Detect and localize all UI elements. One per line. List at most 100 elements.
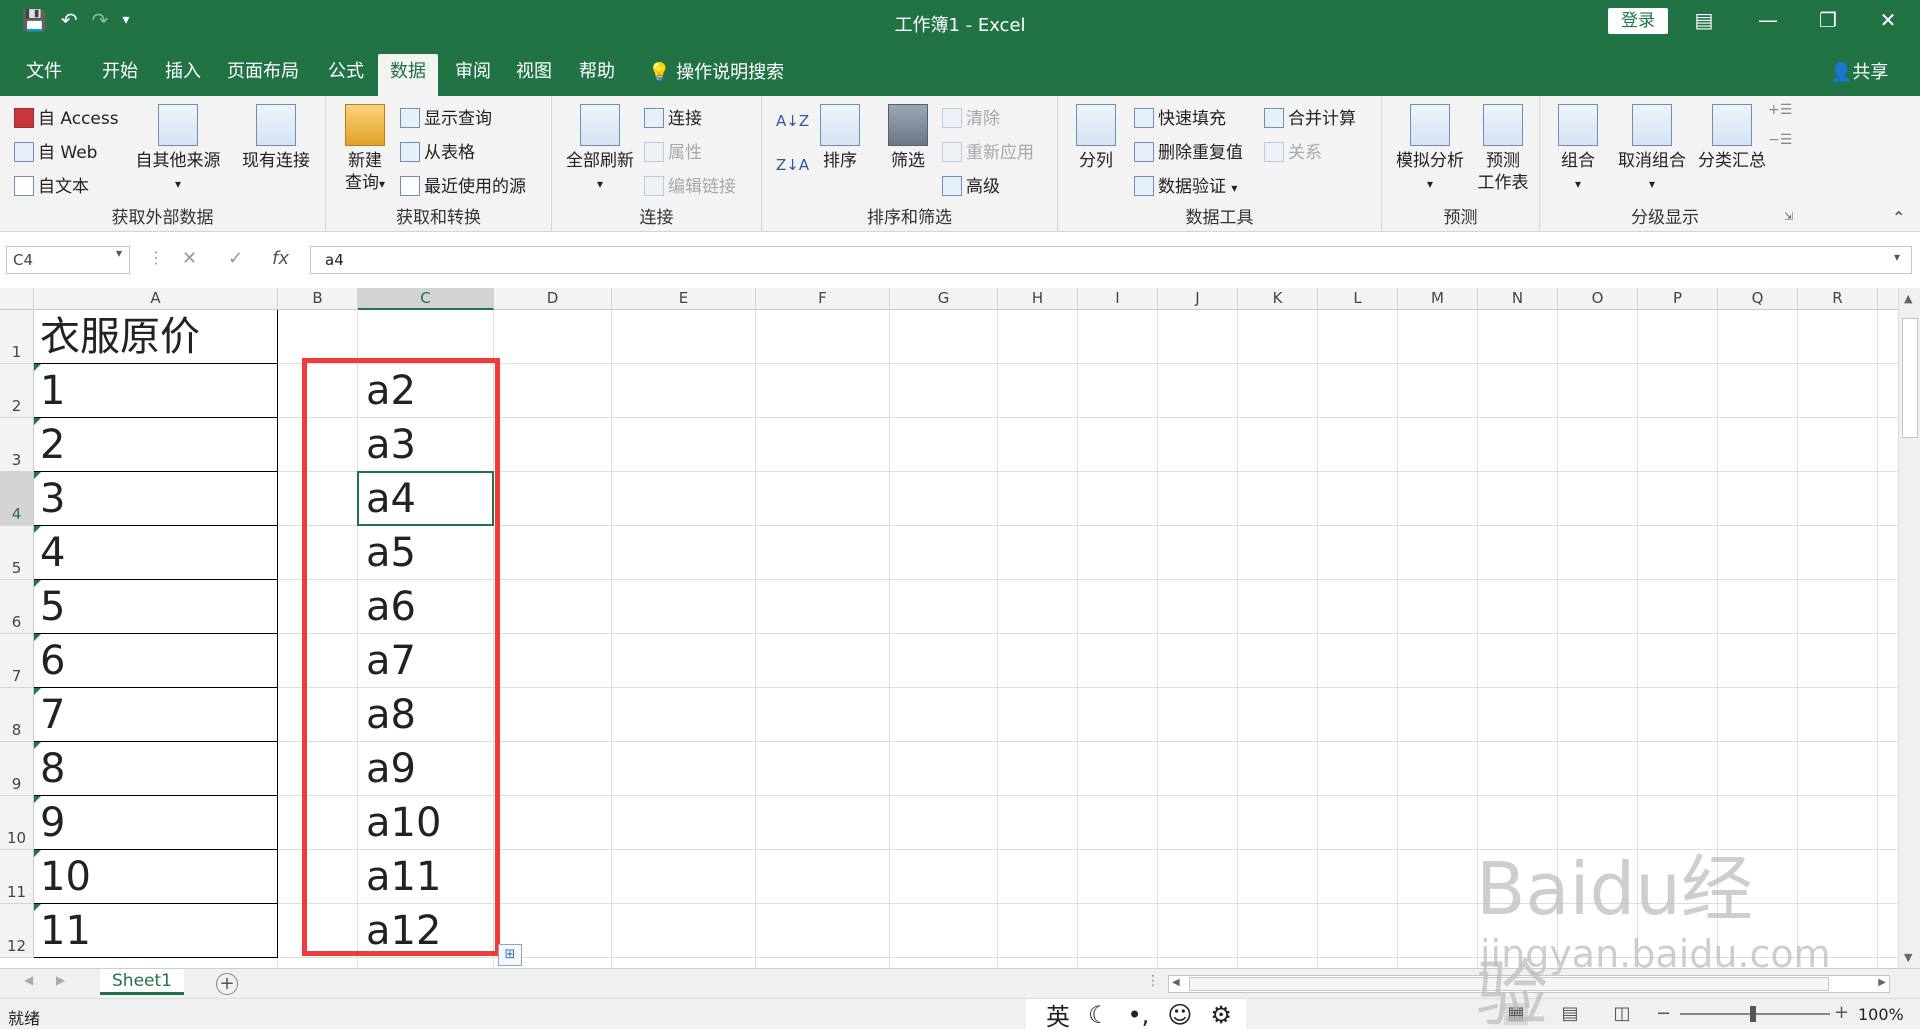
tab-help[interactable]: 帮助 (566, 54, 628, 96)
moon-icon[interactable]: ☾ (1088, 1001, 1110, 1029)
row-header-6[interactable]: 6 (0, 580, 34, 634)
what-if-analysis-button[interactable]: 模拟分析 ▾ (1392, 104, 1468, 195)
existing-connections-button[interactable]: 现有连接 (234, 104, 318, 172)
zoom-out-icon[interactable]: − (1656, 1003, 1671, 1024)
tell-me-search[interactable]: 💡 操作说明搜索 (648, 58, 784, 84)
cell-a1[interactable]: 衣服原价 (34, 310, 278, 364)
row-header-10[interactable]: 10 (0, 796, 34, 850)
name-box[interactable]: C4 (6, 246, 130, 274)
prev-sheet-icon[interactable]: ◀ (24, 973, 33, 987)
column-header-p[interactable]: P (1638, 288, 1718, 310)
cancel-icon[interactable]: ✕ (182, 248, 197, 269)
formula-input[interactable]: a4 (310, 246, 1912, 274)
row-header-8[interactable]: 8 (0, 688, 34, 742)
subtotal-button[interactable]: 分类汇总 (1692, 104, 1772, 172)
scroll-down-icon[interactable]: ▼ (1904, 951, 1912, 964)
column-header-b[interactable]: B (278, 288, 358, 310)
column-header-s[interactable]: S (1878, 288, 1898, 310)
tab-page-layout[interactable]: 页面布局 (218, 54, 308, 96)
name-box-dropdown-icon[interactable]: ▾ (116, 246, 122, 260)
column-header-c[interactable]: C (358, 288, 494, 310)
vertical-scroll-thumb[interactable] (1902, 318, 1918, 438)
cell-a4[interactable]: 3 (34, 472, 278, 526)
cell-a9[interactable]: 8 (34, 742, 278, 796)
column-header-n[interactable]: N (1478, 288, 1558, 310)
from-text-button[interactable]: 自文本 (14, 172, 89, 197)
zoom-slider-thumb[interactable] (1750, 1006, 1756, 1022)
cell-a5[interactable]: 4 (34, 526, 278, 580)
row-header-1[interactable]: 1 (0, 310, 34, 364)
from-table-button[interactable]: 从表格 (400, 138, 475, 163)
row-header-3[interactable]: 3 (0, 418, 34, 472)
tab-insert[interactable]: 插入 (152, 54, 214, 96)
edit-links-button[interactable]: 编辑链接 (644, 172, 736, 197)
restore-icon[interactable]: ❐ (1808, 8, 1848, 32)
column-header-g[interactable]: G (890, 288, 998, 310)
cell-a12[interactable]: 11 (34, 904, 278, 958)
collapse-ribbon-icon[interactable]: ⌃ (1892, 208, 1905, 227)
cell-a2[interactable]: 1 (34, 364, 278, 418)
row-header-12[interactable]: 12 (0, 904, 34, 958)
from-web-button[interactable]: 自 Web (14, 138, 97, 163)
scroll-up-icon[interactable]: ▲ (1904, 292, 1912, 305)
autofill-options-icon[interactable]: ⊞ (498, 944, 522, 966)
column-header-a[interactable]: A (34, 288, 278, 310)
ribbon-display-icon[interactable]: ▤ (1684, 8, 1724, 32)
row-header-4[interactable]: 4 (0, 472, 34, 526)
select-all-corner[interactable] (0, 288, 34, 310)
insert-function-icon[interactable]: fx (272, 248, 289, 269)
row-header-5[interactable]: 5 (0, 526, 34, 580)
login-button[interactable]: 登录 (1608, 8, 1668, 34)
hide-detail-icon[interactable]: −☰ (1768, 132, 1792, 148)
cell-c1[interactable] (358, 310, 494, 364)
reapply-button[interactable]: 重新应用 (942, 138, 1034, 163)
scroll-right-icon[interactable]: ▶ (1878, 977, 1886, 988)
cell-a3[interactable]: 2 (34, 418, 278, 472)
gear-icon[interactable]: ⚙ (1210, 1001, 1232, 1029)
cell-a6[interactable]: 5 (34, 580, 278, 634)
share-button[interactable]: 👤共享 (1830, 58, 1888, 84)
vertical-scrollbar[interactable]: ▲ ▼ (1898, 288, 1920, 968)
column-header-j[interactable]: J (1158, 288, 1238, 310)
next-sheet-icon[interactable]: ▶ (56, 973, 65, 987)
smiley-icon[interactable]: ☺ (1167, 1001, 1192, 1029)
text-to-columns-button[interactable]: 分列 (1068, 104, 1124, 172)
column-header-m[interactable]: M (1398, 288, 1478, 310)
row-header-9[interactable]: 9 (0, 742, 34, 796)
properties-button[interactable]: 属性 (644, 138, 702, 163)
row-header-11[interactable]: 11 (0, 850, 34, 904)
recent-sources-button[interactable]: 最近使用的源 (400, 172, 526, 197)
page-layout-view-icon[interactable]: ▤ (1558, 1003, 1582, 1025)
tab-split-handle-icon[interactable]: ⋮ (1146, 973, 1160, 989)
filter-button[interactable]: 筛选 (880, 104, 936, 172)
row-header-2[interactable]: 2 (0, 364, 34, 418)
close-icon[interactable]: ✕ (1868, 8, 1908, 32)
column-header-q[interactable]: Q (1718, 288, 1798, 310)
consolidate-button[interactable]: 合并计算 (1264, 104, 1356, 129)
add-sheet-icon[interactable]: + (216, 973, 238, 995)
dialog-launcher-icon[interactable]: ⇲ (1784, 210, 1793, 223)
tab-review[interactable]: 审阅 (442, 54, 504, 96)
enter-icon[interactable]: ✓ (228, 248, 243, 269)
zoom-in-icon[interactable]: + (1834, 1002, 1849, 1023)
connections-button[interactable]: 连接 (644, 104, 702, 129)
scroll-left-icon[interactable]: ◀ (1172, 977, 1180, 988)
from-access-button[interactable]: 自 Access (14, 104, 119, 129)
minimize-icon[interactable]: — (1748, 8, 1788, 32)
remove-duplicates-button[interactable]: 删除重复值 (1134, 138, 1243, 163)
clear-filter-button[interactable]: 清除 (942, 104, 1000, 129)
advanced-filter-button[interactable]: 高级 (942, 172, 1000, 197)
show-detail-icon[interactable]: +☰ (1768, 102, 1792, 118)
ungroup-button[interactable]: 取消组合 ▾ (1612, 104, 1692, 195)
tab-formulas[interactable]: 公式 (318, 54, 374, 96)
flash-fill-button[interactable]: 快速填充 (1134, 104, 1226, 129)
cell-a11[interactable]: 10 (34, 850, 278, 904)
refresh-all-button[interactable]: 全部刷新 ▾ (558, 104, 642, 195)
expand-formula-bar-icon[interactable]: ▾ (1894, 250, 1900, 264)
column-header-d[interactable]: D (494, 288, 612, 310)
sort-button[interactable]: 排序 (812, 104, 868, 172)
column-header-r[interactable]: R (1798, 288, 1878, 310)
relationships-button[interactable]: 关系 (1264, 138, 1322, 163)
from-other-sources-button[interactable]: 自其他来源 ▾ (130, 104, 226, 195)
tab-view[interactable]: 视图 (504, 54, 564, 96)
